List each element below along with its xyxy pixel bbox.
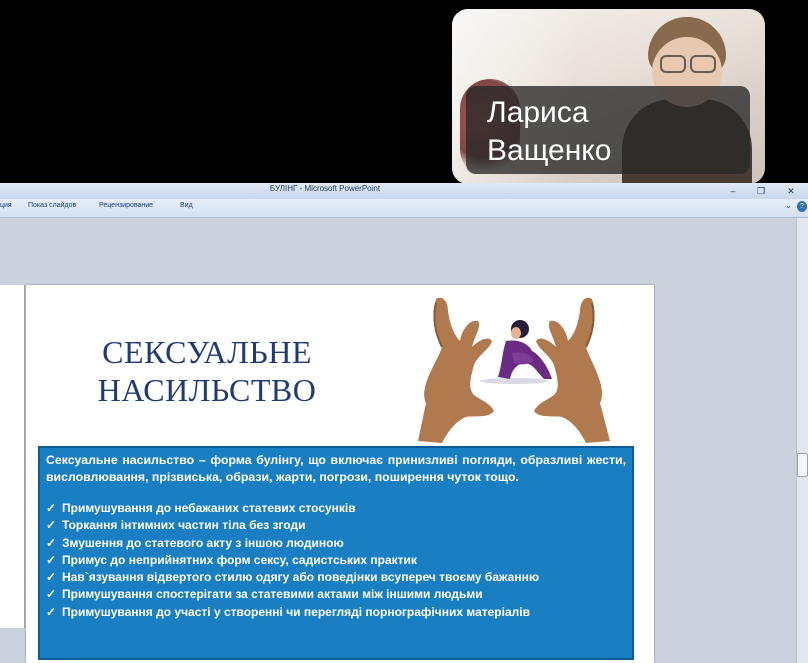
list-item-text: Примушування спостерігати за статевими а… [62,587,483,602]
forms-list: ✓ Примушування до небажаних статевих стос… [46,500,626,621]
list-item: ✓ Примушування до участі у створенні чи п… [46,604,626,621]
list-item: ✓ Торкання інтимних частин тіла без згоди [46,517,626,534]
maximize-button[interactable]: ❐ [748,183,774,199]
ribbon-tab-bar: ция Показ слайдов Рецензирование Вид ⌄ ? [0,199,808,218]
list-item: ✓ Нав`язування відвертого стилю одягу або… [46,569,626,586]
participant-glasses [660,55,716,73]
tab-review[interactable]: Рецензирование [99,202,153,209]
list-item-text: Нав`язування відвертого стилю одягу або … [62,570,540,585]
tab-slideshow[interactable]: Показ слайдов [28,202,76,209]
list-item-text: Примушування до участі у створенні чи пе… [62,604,530,619]
checkmark-icon: ✓ [46,518,57,533]
checkmark-icon: ✓ [46,501,57,515]
slide-thumbnail-pane[interactable] [0,285,25,628]
list-item: ✓ Примушування до небажаних статевих стос… [46,500,626,517]
slide-title: СЕКСУАЛЬНЕ НАСИЛЬСТВО [97,334,317,408]
list-item-text: Примус до неприйнятних форм сексу, садис… [62,552,417,567]
tab-insert-partial[interactable]: ция [0,202,12,209]
definition-text: Сексуальне насильство – форма булінгу, щ… [46,453,626,484]
current-slide: СЕКСУАЛЬНЕ НАСИЛЬСТВО Сексуальне насильс… [26,285,654,663]
checkmark-icon: ✓ [46,552,57,567]
figure-shadow [480,378,548,384]
scrollbar-thumb[interactable] [797,453,808,477]
definition-box: Сексуальне насильство – форма булінгу, щ… [38,446,634,660]
ribbon-expand-icon[interactable]: ⌄ [785,201,792,210]
list-item-text: Примушування до небажаних статевих стосу… [62,501,356,515]
help-icon[interactable]: ? [797,201,807,212]
window-title: БУЛІНГ - Microsoft PowerPoint [269,184,381,193]
list-item-text: Змушення до статевого акту з іншою людин… [62,535,344,550]
close-button[interactable]: ✕ [778,183,804,199]
checkmark-icon: ✓ [46,570,57,585]
protecting-hands-illustration [418,297,610,443]
tab-view[interactable]: Вид [180,202,193,209]
minimize-button[interactable]: – [720,183,746,199]
figure-face [511,327,521,339]
list-item-text: Торкання інтимних частин тіла без згоди [62,518,306,533]
left-hand-shape [418,297,494,443]
list-item: ✓ Примушування спостерігати за статевими … [46,586,626,603]
list-item: ✓ Змушення до статевого акту з іншою люди… [46,535,626,552]
checkmark-icon: ✓ [46,604,57,619]
window-titlebar: БУЛІНГ - Microsoft PowerPoint – ❐ ✕ [0,183,808,199]
checkmark-icon: ✓ [46,587,57,602]
checkmark-icon: ✓ [46,535,57,550]
vertical-scrollbar[interactable] [796,218,808,663]
list-item: ✓ Примус до неприйнятних форм сексу, сади… [46,552,626,569]
participant-name: Лариса Ващенко [487,96,612,167]
